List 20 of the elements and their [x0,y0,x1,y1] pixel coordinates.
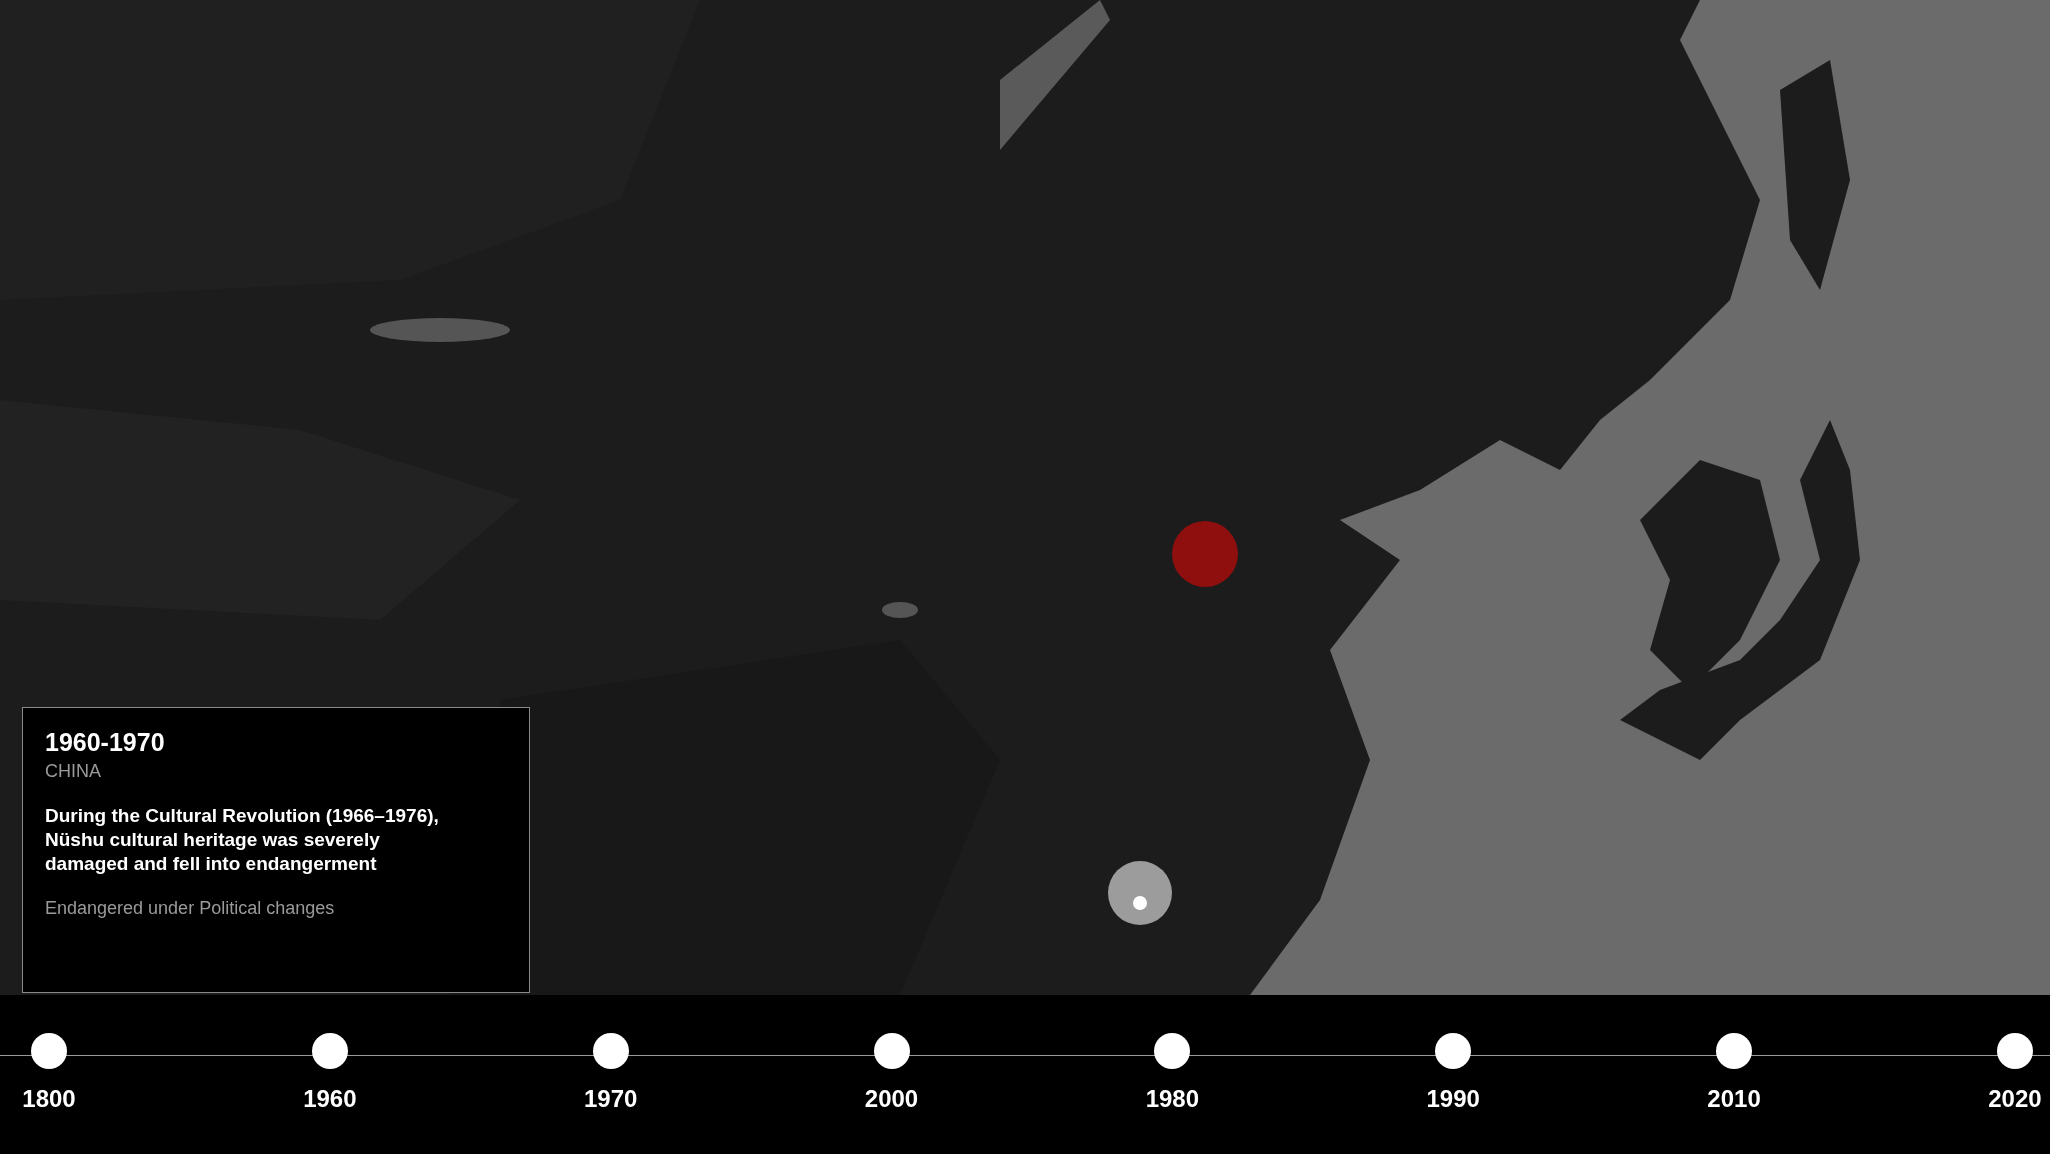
timeline-point[interactable] [1435,1033,1472,1069]
timeline-point[interactable] [311,1033,348,1069]
year-label[interactable]: 2000 [864,1085,919,1113]
timeline-point[interactable] [31,1033,67,1069]
period-title: 1960-1970 [45,728,166,757]
description: During the Cultural Revolution (1966–1976), Nüshu cultural heritage was severely damaged and fell into endangerment [45,804,440,876]
year-label[interactable]: 1980 [1145,1085,1200,1113]
status-text: Endangered under Political changes [45,898,336,919]
timeline-point[interactable] [1996,1033,2033,1069]
timeline-point[interactable] [873,1033,910,1069]
timeline-point[interactable] [1716,1033,1753,1069]
year-label[interactable]: 1800 [22,1085,76,1113]
year-label[interactable]: 1970 [584,1085,638,1113]
year-label[interactable]: 2010 [1707,1085,1761,1113]
timeline-point[interactable] [1154,1033,1191,1069]
timeline-point[interactable] [592,1033,629,1069]
year-label[interactable]: 2020 [1988,1085,2042,1113]
region-label: CHINA [45,761,102,782]
year-label[interactable]: 1990 [1426,1085,1480,1113]
year-label[interactable]: 1960 [303,1085,357,1113]
